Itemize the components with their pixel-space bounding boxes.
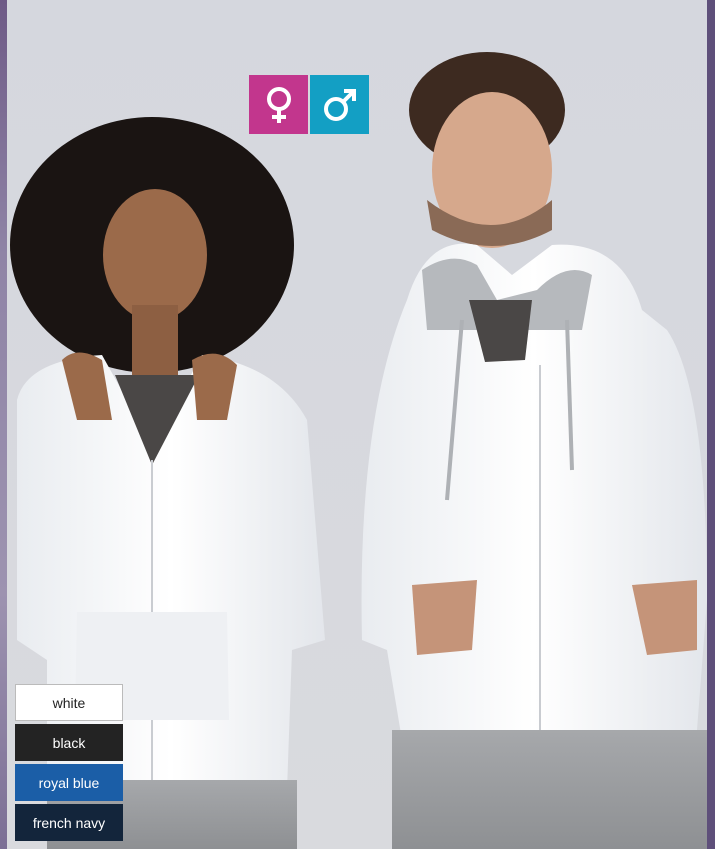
left-border-strip [0, 0, 7, 849]
female-badge [249, 75, 308, 134]
swatch-royal-blue[interactable]: royal blue [15, 764, 123, 801]
swatch-black[interactable]: black [15, 724, 123, 761]
color-swatch-list: white black royal blue french navy [15, 684, 123, 844]
swatch-white[interactable]: white [15, 684, 123, 721]
right-border-strip [707, 0, 715, 849]
male-badge [310, 75, 369, 134]
product-photo-page: white black royal blue french navy [0, 0, 715, 849]
female-symbol-icon [266, 86, 291, 123]
gender-badges [249, 75, 369, 134]
swatch-french-navy[interactable]: french navy [15, 804, 123, 841]
male-symbol-icon [323, 88, 356, 121]
